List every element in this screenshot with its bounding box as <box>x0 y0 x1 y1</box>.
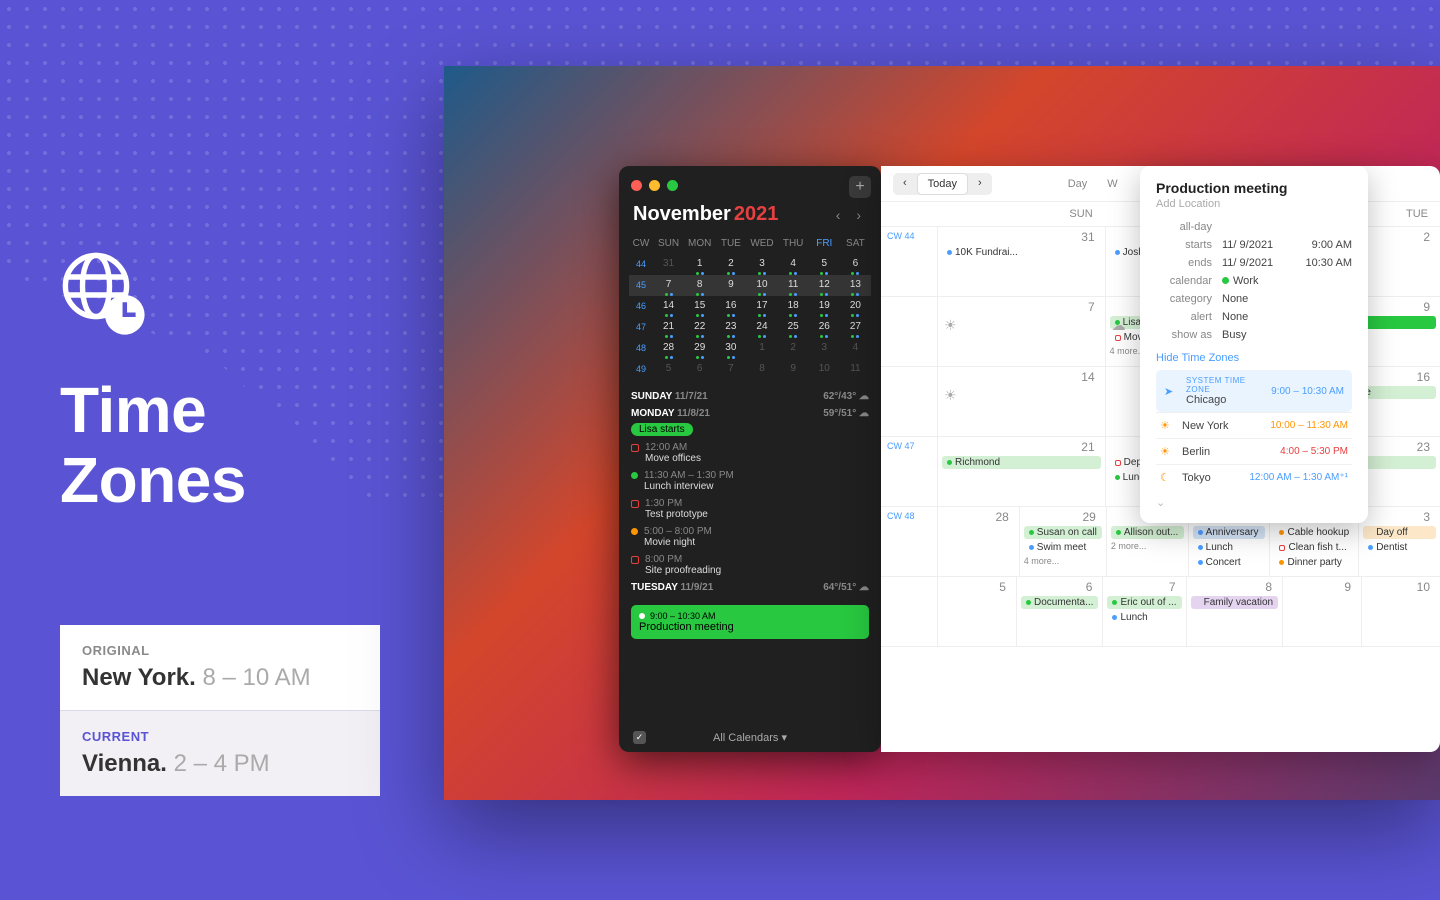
event-chip[interactable]: Dinner party <box>1274 556 1354 569</box>
timezone-cards: ORIGINAL New York. 8 – 10 AM CURRENT Vie… <box>60 625 380 796</box>
mini-cal-header: November 2021 ‹ › <box>619 195 881 234</box>
agenda-list: SUNDAY 11/7/2162°/43° ☁ MONDAY 11/8/2159… <box>619 379 881 599</box>
tz-row[interactable]: ☀Berlin4:00 – 5:30 PM <box>1156 438 1352 464</box>
event-chip[interactable]: Documenta... <box>1021 596 1098 609</box>
day-cell[interactable]: 6Documenta... <box>1016 577 1102 646</box>
agenda-event[interactable]: 11:30 AM – 1:30 PMLunch interview <box>631 470 869 492</box>
field-row[interactable]: all-day <box>1156 218 1352 236</box>
event-chip[interactable]: Allison out... <box>1111 526 1184 539</box>
hero-title: TimeZones <box>60 375 246 516</box>
agenda-event[interactable]: 1:30 PMTest prototype <box>631 498 869 520</box>
add-location-field[interactable]: Add Location <box>1156 198 1352 210</box>
minimize-icon[interactable] <box>649 180 660 191</box>
hero: TimeZones <box>60 250 246 516</box>
tz-row[interactable]: ☾Tokyo12:00 AM – 1:30 AM⁺¹ <box>1156 464 1352 490</box>
original-label: ORIGINAL <box>82 643 358 658</box>
day-cell[interactable]: 10 <box>1361 577 1440 646</box>
event-chip[interactable]: Cable hookup <box>1274 526 1354 539</box>
day-cell[interactable]: 28 <box>937 507 1019 576</box>
event-chip[interactable]: Lunch <box>1107 611 1181 624</box>
event-chip[interactable]: Anniversary <box>1193 526 1266 539</box>
event-chip[interactable]: 10K Fundrai... <box>942 246 1101 259</box>
day-cell[interactable]: 8Family vacation <box>1186 577 1282 646</box>
day-cell[interactable]: 3Day offDentist <box>1358 507 1440 576</box>
day-cell[interactable]: 9 <box>1282 577 1361 646</box>
prev-button[interactable]: ‹ <box>893 173 917 195</box>
allday-pill[interactable]: Lisa starts <box>631 423 693 436</box>
day-cell[interactable]: 7Eric out of ...Lunch <box>1102 577 1185 646</box>
event-chip[interactable]: Clean fish t... <box>1274 541 1354 554</box>
day-cell[interactable]: ☀7 <box>937 297 1105 366</box>
original-card: ORIGINAL New York. 8 – 10 AM <box>60 625 380 710</box>
event-popover: Production meeting Add Location all-days… <box>1140 166 1368 523</box>
add-button[interactable]: + <box>849 176 871 198</box>
agenda-event[interactable]: 12:00 AMMove offices <box>631 442 869 464</box>
current-card: CURRENT Vienna. 2 – 4 PM <box>60 710 380 796</box>
current-value: Vienna. 2 – 4 PM <box>82 750 358 778</box>
day-cell[interactable]: 21Richmond <box>937 437 1105 506</box>
next-button[interactable]: › <box>968 173 992 195</box>
view-tabs[interactable]: DayW <box>1060 174 1126 194</box>
close-icon[interactable] <box>631 180 642 191</box>
event-title: Production meeting <box>1156 180 1352 196</box>
agenda-event[interactable]: 5:00 – 8:00 PMMovie night <box>631 526 869 548</box>
event-chip[interactable]: Susan on call <box>1024 526 1102 539</box>
day-cell[interactable]: 29Susan on callSwim meet4 more... <box>1019 507 1106 576</box>
tz-system[interactable]: ➤ SYSTEM TIME ZONEChicago 9:00 – 10:30 A… <box>1156 370 1352 412</box>
event-chip[interactable]: Family vacation <box>1191 596 1278 609</box>
event-chip[interactable]: Concert <box>1193 556 1266 569</box>
tz-row[interactable]: ☀New York10:00 – 11:30 AM <box>1156 412 1352 438</box>
month-label: November <box>633 203 731 225</box>
year-label: 2021 <box>734 203 779 225</box>
field-row[interactable]: alertNone <box>1156 308 1352 326</box>
event-chip[interactable]: Eric out of ... <box>1107 596 1181 609</box>
agenda-event[interactable]: 8:00 PMSite proofreading <box>631 554 869 576</box>
location-icon: ➤ <box>1164 385 1178 398</box>
date-nav[interactable]: ‹Today› <box>893 173 992 195</box>
event-chip[interactable]: Swim meet <box>1024 541 1102 554</box>
field-row[interactable]: ends11/ 9/202110:30 AM <box>1156 254 1352 272</box>
field-row[interactable]: show asBusy <box>1156 326 1352 344</box>
event-chip[interactable]: Richmond <box>942 456 1101 469</box>
window-controls[interactable] <box>619 176 881 195</box>
calendar-filter[interactable]: ✓All Calendars ▾ <box>619 731 881 744</box>
timezone-icon <box>60 250 150 340</box>
current-label: CURRENT <box>82 729 358 744</box>
selected-event[interactable]: 9:00 – 10:30 AM Production meeting <box>631 605 869 639</box>
mini-calendar-window: + November 2021 ‹ › CWSUNMONTUEWEDTHUFRI… <box>619 166 881 752</box>
hide-timezones-link[interactable]: Hide Time Zones <box>1156 352 1352 364</box>
checkbox-icon[interactable]: ✓ <box>633 731 646 744</box>
month-nav[interactable]: ‹ › <box>836 207 867 223</box>
day-cell[interactable]: ☀14 <box>937 367 1105 436</box>
field-row[interactable]: starts11/ 9/20219:00 AM <box>1156 236 1352 254</box>
field-row[interactable]: calendarWork <box>1156 272 1352 290</box>
today-button[interactable]: Today <box>917 173 968 195</box>
original-value: New York. 8 – 10 AM <box>82 664 358 692</box>
expand-icon[interactable]: ⌄ <box>1156 496 1352 509</box>
day-cell[interactable]: 5 <box>937 577 1016 646</box>
field-row[interactable]: categoryNone <box>1156 290 1352 308</box>
app-screenshot: + November 2021 ‹ › CWSUNMONTUEWEDTHUFRI… <box>444 66 1440 800</box>
event-chip[interactable]: Dentist <box>1363 541 1436 554</box>
event-chip[interactable]: Day off <box>1363 526 1436 539</box>
zoom-icon[interactable] <box>667 180 678 191</box>
mini-cal-grid[interactable]: CWSUNMONTUEWEDTHUFRISAT44311234564578910… <box>619 234 881 379</box>
day-cell[interactable]: 3110K Fundrai... <box>937 227 1105 296</box>
event-chip[interactable]: Lunch <box>1193 541 1266 554</box>
